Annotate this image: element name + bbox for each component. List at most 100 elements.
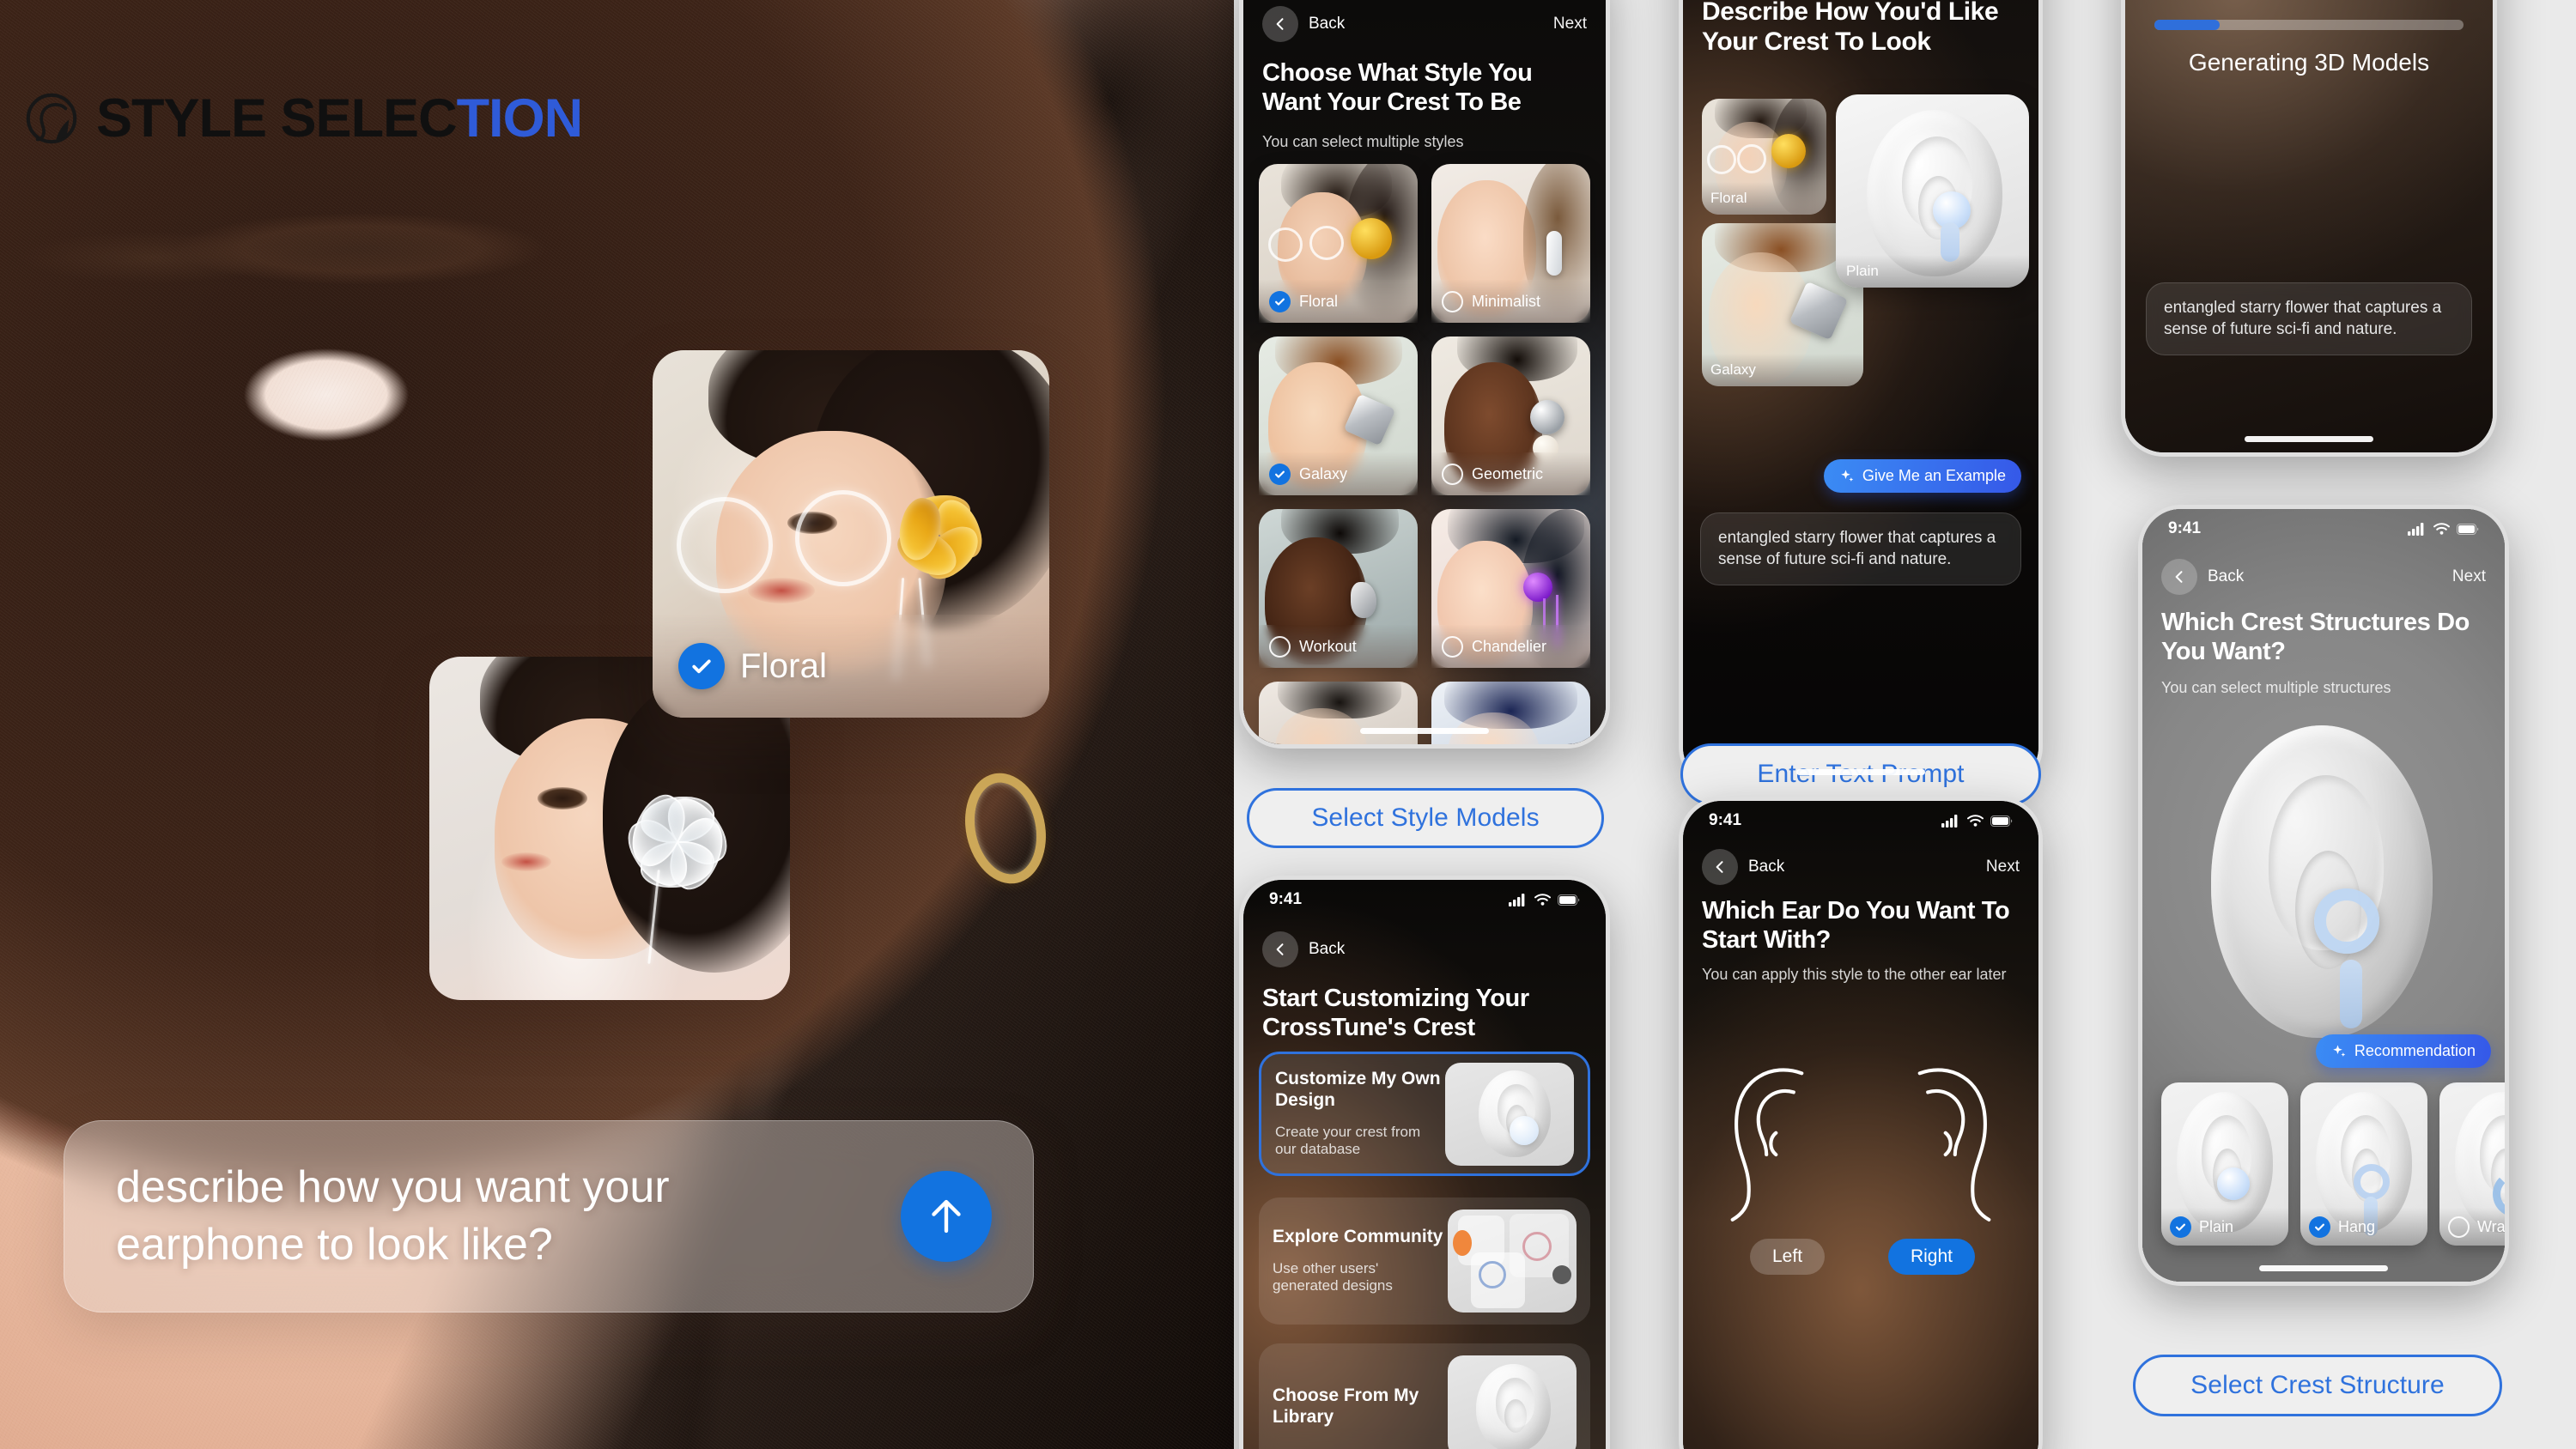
screen-subtitle: You can apply this style to the other ea… — [1702, 966, 2007, 983]
arrow-up-icon[interactable] — [901, 1171, 992, 1262]
style-card-label: Geometric — [1472, 464, 1544, 482]
ear-toggle-left[interactable]: Left — [1750, 1239, 1826, 1275]
home-indicator — [1796, 769, 1925, 775]
hero-card-label-bar: Floral — [653, 615, 1049, 718]
next-button[interactable]: Next — [2452, 567, 2486, 586]
eyeglass-lens-left-icon — [676, 497, 773, 594]
style-card-label-bar: Minimalist — [1431, 280, 1590, 323]
structure-card-hang[interactable]: Hang — [2300, 1082, 2427, 1246]
option-subtitle: Use other users' generated designs — [1273, 1259, 1393, 1294]
status-bar: 9:41 — [2142, 509, 2505, 549]
phone-screen: Describe How You'd Like Your Crest To Lo… — [1683, 0, 2038, 785]
generating-status-label: Generating 3D Models — [2188, 49, 2430, 76]
style-card-galaxy[interactable]: Galaxy — [1259, 336, 1418, 495]
style-card-label-bar: Chandelier — [1431, 625, 1590, 668]
style-card-label: Galaxy — [1299, 464, 1348, 482]
back-label[interactable]: Back — [1309, 15, 1345, 33]
back-label[interactable]: Back — [1309, 940, 1345, 959]
nav-bar: Back Next — [1243, 3, 1606, 45]
check-icon — [1269, 463, 1291, 485]
back-button[interactable] — [1262, 931, 1298, 967]
check-icon — [1269, 290, 1291, 312]
option-choose-from-my-library[interactable]: Choose From My Library — [1259, 1343, 1590, 1449]
ear-preview-3d — [2196, 718, 2453, 1045]
phone-screen: Generating 3D Models entangled starry fl… — [2125, 0, 2493, 452]
crest-structure-row: Plain Hang Wra — [2161, 1082, 2505, 1246]
style-card-label-bar: Galaxy — [1259, 452, 1418, 495]
radio-unchecked-icon — [1269, 635, 1291, 658]
structure-card-wrap[interactable]: Wrap — [2439, 1082, 2505, 1246]
hero-prompt-input[interactable]: describe how you want your earphone to l… — [64, 1120, 1034, 1313]
style-card-label: Chandelier — [1472, 637, 1547, 655]
style-card-geometric[interactable]: Geometric — [1431, 336, 1590, 495]
nav-bar: Back — [1243, 928, 1606, 971]
style-card-extra-a[interactable] — [1259, 682, 1418, 744]
style-card-label: Floral — [1299, 292, 1339, 310]
style-card-workout[interactable]: Workout — [1259, 509, 1418, 668]
give-me-an-example-label: Give Me an Example — [1862, 467, 2006, 484]
left-ear-outline-icon[interactable] — [1712, 1055, 1848, 1235]
option-subtitle: Create your crest from our database — [1275, 1123, 1421, 1158]
phone-ear-choice: 9:41 Back Next Which Ear Do You Want To … — [1679, 797, 2043, 1449]
back-button[interactable] — [1262, 6, 1298, 42]
hero-style-card-floral[interactable]: Floral — [653, 350, 1049, 718]
hero-section: STYLE SELECTION Floral describe how you … — [0, 0, 1234, 1449]
style-card-minimalist[interactable]: Minimalist — [1431, 164, 1590, 323]
phone-crest-structure: 9:41 Back Next Which Crest Structures Do… — [2138, 505, 2509, 1286]
radio-unchecked-icon — [1442, 463, 1463, 485]
radio-unchecked-icon — [1442, 635, 1463, 658]
back-label[interactable]: Back — [1748, 858, 1784, 876]
wifi-icon — [2433, 523, 2450, 535]
status-time: 9:41 — [1269, 890, 1303, 908]
phone-screen: 9:41 — [1683, 801, 2038, 1449]
option-customize-my-own-design[interactable]: Customize My Own Design Create your cres… — [1259, 1052, 1590, 1176]
screen-title: Choose What Style You Want Your Crest To… — [1262, 59, 1533, 116]
structure-card-plain[interactable]: Plain — [2161, 1082, 2288, 1246]
crosstune-logo-icon — [26, 93, 77, 144]
give-me-an-example-button[interactable]: Give Me an Example — [1823, 459, 2021, 493]
hero-card-label: Floral — [740, 646, 828, 685]
page-title-primary: STYLE SELEC — [96, 88, 458, 149]
generation-progress-bar — [2154, 20, 2464, 30]
option-title: Customize My Own Design — [1275, 1069, 1441, 1110]
check-icon — [678, 643, 725, 689]
right-ear-outline-icon[interactable] — [1874, 1055, 2009, 1235]
structure-card-label: Hang — [2338, 1217, 2376, 1235]
style-card-label-bar: Floral — [1259, 280, 1418, 323]
style-selection-board: STYLE SELECTION Floral describe how you … — [0, 0, 2576, 1449]
back-button[interactable] — [1702, 849, 1738, 885]
style-chip-floral[interactable]: Floral — [1702, 99, 1826, 215]
check-icon — [2170, 1216, 2191, 1238]
screen-subtitle: You can select multiple styles — [1262, 133, 1464, 150]
style-card-floral[interactable]: Floral — [1259, 164, 1418, 323]
page-title-accent: TION — [456, 88, 583, 149]
prompt-text-box: entangled starry flower that captures a … — [2146, 282, 2472, 355]
screen-title: Which Ear Do You Want To Start With? — [1702, 897, 2010, 954]
phone-style-selection: Back Next Choose What Style You Want You… — [1239, 0, 1610, 749]
style-card-extra-b[interactable] — [1431, 682, 1590, 744]
ear-toggle-right[interactable]: Right — [1887, 1239, 1975, 1275]
battery-icon — [1990, 815, 2013, 827]
select-style-models-button[interactable]: Select Style Models — [1247, 788, 1604, 848]
page-title: STYLE SELECTION — [22, 88, 583, 149]
home-indicator — [2245, 436, 2373, 442]
check-icon — [2309, 1216, 2330, 1238]
sparkle-icon — [2333, 1045, 2346, 1057]
phone-describe-crest: Describe How You'd Like Your Crest To Lo… — [1679, 0, 2043, 790]
prompt-text-box[interactable]: entangled starry flower that captures a … — [1700, 512, 2021, 585]
chip-label: Floral — [1702, 182, 1826, 215]
style-grid: Floral Minimalist Galaxy Geometric Worko… — [1259, 164, 1590, 744]
select-crest-structure-button[interactable]: Select Crest Structure — [2133, 1355, 2502, 1416]
option-title: Choose From My Library — [1273, 1385, 1419, 1427]
option-explore-community[interactable]: Explore Community Use other users' gener… — [1259, 1197, 1590, 1325]
phone-screen: Back Next Choose What Style You Want You… — [1243, 0, 1606, 744]
next-button[interactable]: Next — [1986, 858, 2020, 876]
next-button[interactable]: Next — [1553, 15, 1587, 33]
structure-card-label: Plain — [2199, 1217, 2234, 1235]
style-card-chandelier[interactable]: Chandelier — [1431, 509, 1590, 668]
screen-subtitle: You can select multiple structures — [2161, 679, 2391, 696]
style-chip-plain[interactable]: Plain — [1836, 94, 2029, 288]
back-label[interactable]: Back — [2208, 567, 2244, 586]
back-button[interactable] — [2161, 559, 2197, 595]
yellow-flower-ornament-icon — [875, 471, 1004, 600]
